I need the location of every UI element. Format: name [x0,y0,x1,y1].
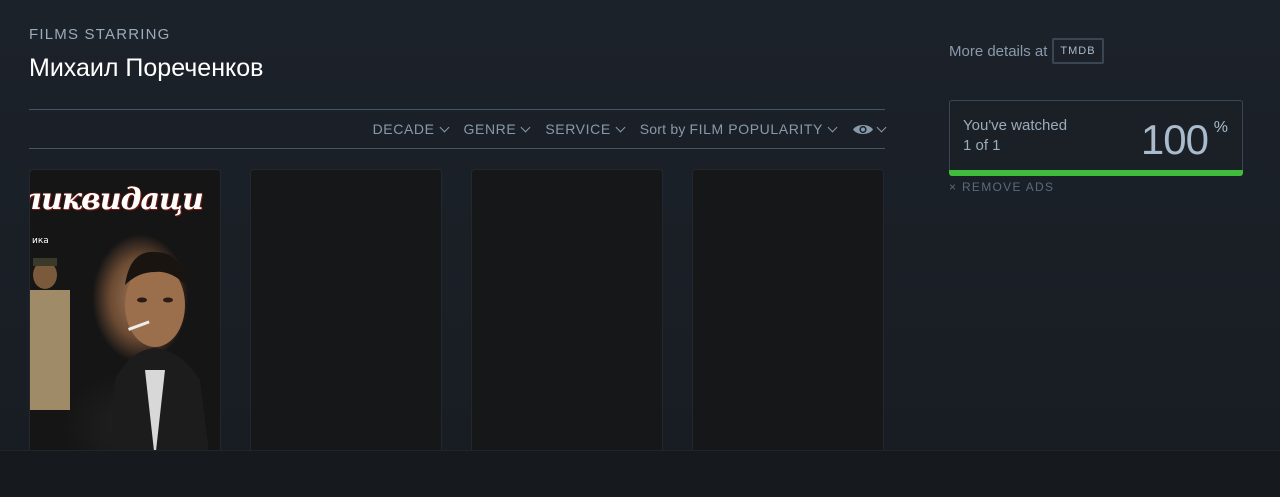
sidebar: More details at TMDB You've watched 1 of… [949,38,1243,194]
remove-ads-label: REMOVE ADS [961,180,1055,194]
chevron-down-icon [439,122,449,132]
chevron-down-icon [827,122,838,132]
poster-corner-text: ика [32,236,49,246]
tmdb-button[interactable]: TMDB [1052,38,1104,64]
chevron-down-icon [876,122,887,132]
genre-filter[interactable]: GENRE [463,121,531,137]
footer-band [0,450,1280,497]
poster-grid: ликвидаци ика [29,169,884,456]
genre-filter-label: GENRE [463,121,517,137]
eye-icon [852,123,874,136]
service-filter-label: SERVICE [545,121,611,137]
progress-bar-fill [949,170,1243,176]
decade-filter[interactable]: DECADE [372,121,449,137]
chevron-down-icon [615,122,626,132]
empty-poster-slot [692,169,884,456]
page-kicker: FILMS STARRING [29,26,171,43]
more-details: More details at TMDB [949,38,1243,64]
more-details-label: More details at [949,42,1048,60]
empty-poster-slot [250,169,442,456]
film-poster[interactable]: ликвидаци ика [29,169,221,456]
decade-filter-label: DECADE [372,121,435,137]
page-title: Михаил Пореченков [29,54,264,82]
poster-title-text: ликвидаци [29,182,204,217]
sort-value: FILM POPULARITY [689,121,823,137]
main-content: FILMS STARRING Михаил Пореченков DECADE … [29,26,887,456]
poster-background-figures [30,258,70,410]
sort-dropdown[interactable]: Sort by FILM POPULARITY [639,121,838,137]
watched-progress-panel: You've watched 1 of 1 100 % [949,100,1243,176]
watched-label-block: You've watched 1 of 1 [963,116,1067,156]
chevron-down-icon [520,122,531,132]
empty-poster-slot [471,169,663,456]
poster-artwork [110,251,210,455]
service-filter[interactable]: SERVICE [545,121,626,137]
progress-bar [949,170,1243,176]
sort-prefix: Sort by [639,121,686,137]
visibility-toggle[interactable] [852,122,887,136]
close-icon: × [949,180,958,194]
percent-sign: % [1213,119,1228,136]
watched-percent-value: 100 [1140,116,1209,163]
watched-count: 1 of 1 [963,137,1001,154]
filter-bar: DECADE GENRE SERVICE Sort by FILM POPULA… [29,109,887,149]
watched-label: You've watched [963,117,1068,134]
remove-ads-link[interactable]: × REMOVE ADS [949,180,1054,194]
